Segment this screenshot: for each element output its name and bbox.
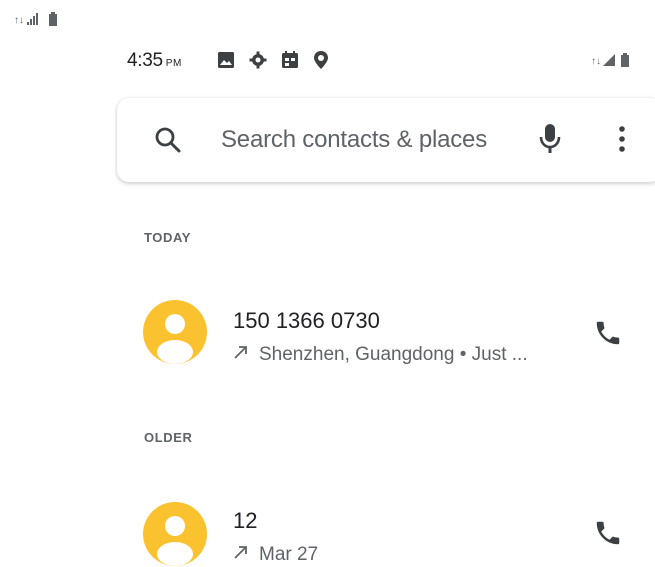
call-details: Shenzhen, Guangdong • Just ... bbox=[233, 344, 528, 366]
search-input[interactable]: Search contacts & places bbox=[221, 126, 487, 154]
time-ampm: PM bbox=[165, 58, 182, 69]
contact-number: 12 bbox=[233, 508, 258, 533]
call-detail-text: Mar 27 bbox=[259, 544, 319, 565]
svg-text:↑↓: ↑↓ bbox=[14, 15, 24, 26]
search-bar[interactable]: Search contacts & places bbox=[117, 98, 655, 182]
battery-icon bbox=[49, 12, 57, 29]
call-detail-text: Shenzhen, Guangdong • Just ... bbox=[259, 344, 528, 365]
phone-screen: 4:35 PM ↑↓ Search contacts & places TODA… bbox=[115, 0, 655, 567]
avatar[interactable] bbox=[143, 502, 207, 566]
signal-icon: ↑↓ bbox=[591, 53, 617, 72]
status-time: 4:35 PM bbox=[127, 50, 182, 72]
avatar[interactable] bbox=[143, 300, 207, 364]
contact-number: 150 1366 0730 bbox=[233, 308, 380, 333]
svg-text:↑↓: ↑↓ bbox=[591, 56, 601, 67]
time-text: 4:35 bbox=[127, 50, 163, 71]
call-log-item[interactable]: 150 1366 0730 Shenzhen, Guangdong • Just… bbox=[115, 290, 655, 380]
section-header-older: OLDER bbox=[144, 430, 193, 445]
gear-icon bbox=[249, 51, 267, 69]
calendar-icon bbox=[281, 51, 299, 69]
phone-icon[interactable] bbox=[593, 518, 623, 553]
section-header-today: TODAY bbox=[144, 230, 192, 245]
outgoing-arrow-icon bbox=[233, 344, 249, 366]
image-icon bbox=[217, 51, 235, 69]
search-icon[interactable] bbox=[153, 125, 183, 160]
signal-icon: ↑↓ bbox=[14, 12, 46, 29]
call-details: Mar 27 bbox=[233, 544, 318, 566]
mic-icon[interactable] bbox=[537, 122, 563, 161]
more-vert-icon[interactable] bbox=[617, 124, 627, 159]
status-bar: 4:35 PM ↑↓ bbox=[115, 46, 655, 74]
location-pin-icon bbox=[313, 51, 329, 69]
notification-icons bbox=[217, 51, 329, 69]
call-log-item[interactable]: 12 Mar 27 bbox=[115, 490, 655, 567]
right-status-icons: ↑↓ bbox=[591, 53, 629, 72]
battery-icon bbox=[621, 53, 629, 72]
phone-icon[interactable] bbox=[593, 318, 623, 353]
outer-status-bar: ↑↓ bbox=[14, 12, 57, 29]
outgoing-arrow-icon bbox=[233, 544, 249, 566]
